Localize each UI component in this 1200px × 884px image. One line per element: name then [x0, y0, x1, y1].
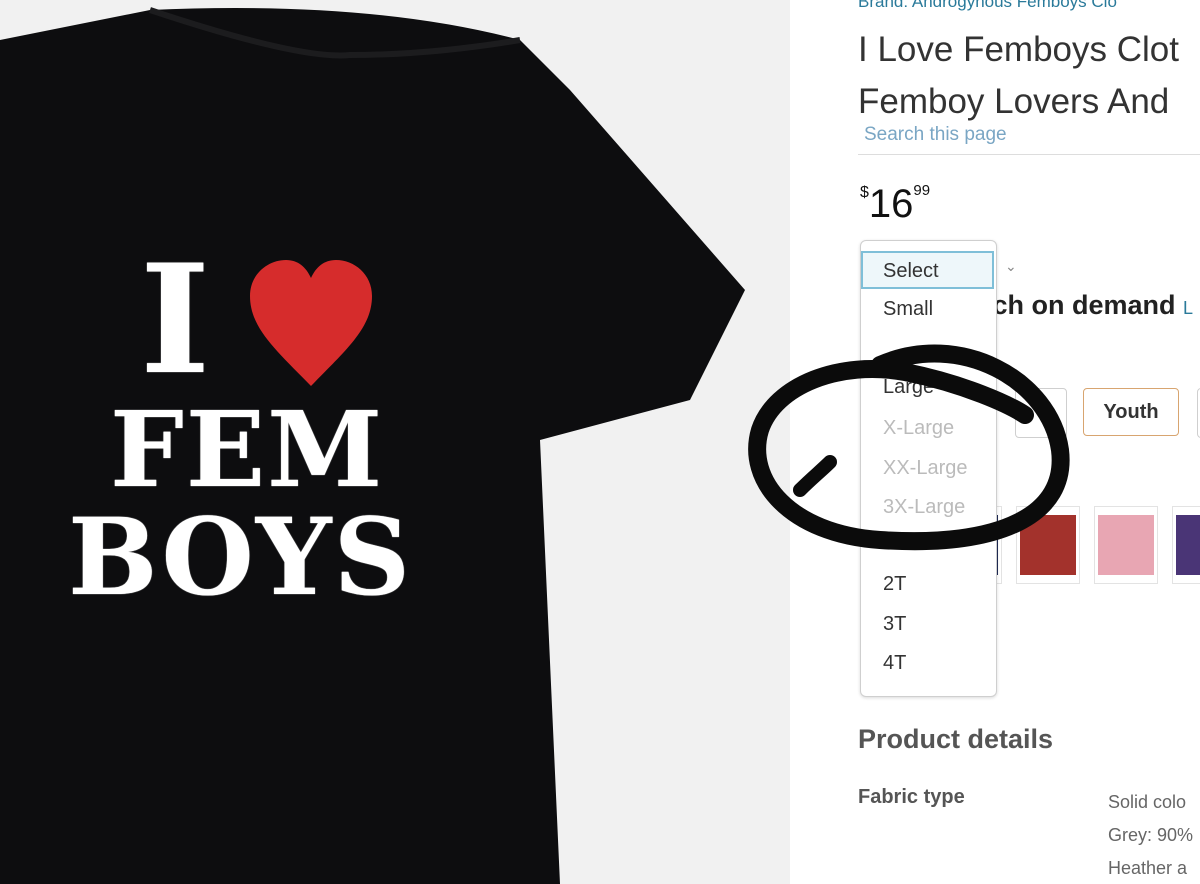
fabric-value-line: Grey: 90% [1108, 825, 1194, 845]
print-on-demand-text: rch on demand L [982, 290, 1193, 321]
price-whole: 16 [868, 182, 914, 226]
heart-icon [250, 260, 372, 386]
print-text-i: I [140, 232, 213, 408]
size-option[interactable]: Small [883, 298, 933, 321]
fabric-value-line: Solid colo [1108, 792, 1187, 812]
size-select-current[interactable]: Select [861, 251, 994, 289]
fabric-type-value: Solid colo Grey: 90% Heather a [1108, 786, 1193, 884]
demand-text: rch on demand [982, 290, 1176, 320]
size-dropdown[interactable]: Select Small Large X-Large XX-Large 3X-L… [860, 240, 997, 697]
product-title-line-1: I Love Femboys Clot [858, 30, 1179, 69]
color-swatch[interactable] [1016, 506, 1080, 584]
product-title-line-2: Femboy Lovers And [858, 82, 1170, 121]
product-info-panel: Brand: Androgynous Femboys Clo I Love Fe… [790, 0, 1200, 884]
fit-type-option[interactable] [1015, 388, 1067, 438]
size-option[interactable]: 3T [883, 613, 906, 636]
size-option-unavailable[interactable]: XX-Large [883, 457, 968, 480]
color-swatch[interactable] [1094, 506, 1158, 584]
print-text-fem: FEM [110, 388, 385, 511]
size-option[interactable]: 2T [883, 573, 906, 596]
search-this-page-link[interactable]: Search this page [864, 124, 1007, 146]
fit-type-youth-button[interactable]: Youth [1083, 388, 1179, 436]
size-option-unavailable[interactable]: 3X-Large [883, 496, 965, 519]
swatch-fill [1098, 515, 1154, 575]
brand-link[interactable]: Brand: Androgynous Femboys Clo [858, 0, 1117, 12]
swatch-fill [1020, 515, 1076, 575]
price-fraction: 99 [913, 182, 931, 199]
fabric-type-label: Fabric type [858, 786, 965, 808]
size-option[interactable]: Large [883, 376, 934, 399]
size-option[interactable]: 4T [883, 652, 906, 675]
product-details-heading: Product details [858, 724, 1054, 754]
product-title: I Love Femboys Clot Femboy Lovers And [858, 24, 1200, 128]
product-image[interactable]: I FEM BOYS [0, 0, 790, 884]
print-text-boys: BOYS [68, 494, 413, 619]
size-option-unavailable[interactable]: X-Large [883, 417, 954, 440]
divider [858, 154, 1200, 155]
price: $1699 [860, 182, 930, 227]
chevron-down-icon[interactable]: ⌄ [1005, 258, 1017, 275]
color-swatch[interactable] [1172, 506, 1200, 584]
price-symbol: $ [860, 184, 869, 201]
learn-more-link[interactable]: L [1183, 298, 1193, 318]
fabric-value-line: Heather a [1108, 858, 1188, 878]
swatch-fill [1176, 515, 1200, 575]
